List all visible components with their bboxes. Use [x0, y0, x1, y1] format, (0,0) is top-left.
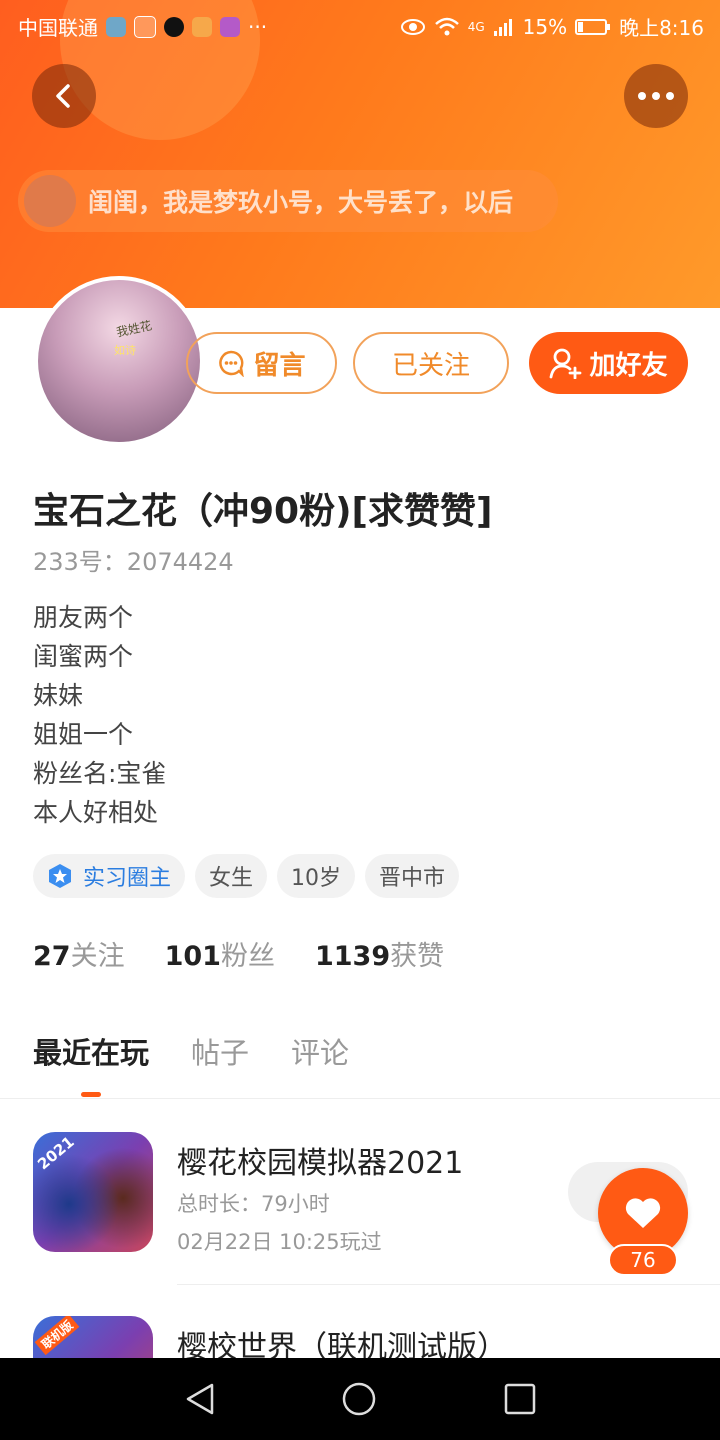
wechat-icon [134, 15, 156, 38]
stat-following[interactable]: 27关注 [33, 934, 125, 973]
tag-city: 晋中市 [365, 854, 460, 898]
add-friend-button[interactable]: 加好友 [529, 332, 688, 394]
bio-line: 粉丝名:宝雀 [33, 759, 167, 788]
game-last-played: 02月22日 10:25玩过 [177, 1230, 382, 1254]
following-label: 关注 [70, 941, 125, 972]
battery-percent: 15% [522, 14, 568, 39]
message-button[interactable]: 留言 [186, 332, 337, 394]
tabs-divider [0, 1098, 720, 1099]
tag-label: 10岁 [291, 866, 342, 891]
video-app-icon [192, 16, 212, 37]
avatar-text-2: 如诗 [114, 344, 136, 357]
carrier-label: 中国联通 [18, 16, 98, 40]
wifi-icon [434, 17, 459, 35]
tag-age: 10岁 [277, 854, 356, 898]
battery-icon [575, 18, 611, 35]
star-badge-icon [49, 864, 71, 888]
bio-line: 姐姐一个 [33, 720, 134, 749]
tag-gender: 女生 [195, 854, 268, 898]
likes-count: 1139 [314, 941, 391, 972]
add-user-icon [550, 348, 582, 379]
fans-count: 101 [164, 941, 221, 972]
likes-label: 获赞 [390, 941, 445, 972]
stat-fans[interactable]: 101粉丝 [165, 934, 275, 973]
clock: 晚上8:16 [619, 16, 704, 40]
bio-line: 朋友两个 [33, 603, 134, 632]
game-icon: 联机版 [33, 1316, 153, 1358]
ticker-text: 闺闺，我是梦玖小号，大号丢了，以后 [88, 188, 514, 217]
nav-recents-icon[interactable] [504, 1383, 536, 1415]
profile-avatar[interactable]: 我姓花 如诗 [34, 276, 204, 446]
tag-label: 实习圈主 [83, 866, 172, 891]
shield-app-icon [106, 16, 126, 37]
add-friend-label: 加好友 [589, 350, 668, 381]
message-button-label: 留言 [253, 350, 306, 381]
tab-recently-played[interactable]: 最近在玩 [33, 1030, 150, 1097]
tiktok-icon [164, 16, 184, 37]
game-duration: 总时长：79小时 [177, 1192, 330, 1216]
bio-line: 本人好相处 [33, 798, 159, 827]
tab-label: 最近在玩 [33, 1036, 150, 1070]
tab-label: 评论 [291, 1036, 350, 1070]
chat-bubble-icon [219, 350, 245, 377]
profile-uid: 233号：2074424 [33, 548, 234, 576]
tag-circle-owner[interactable]: 实习圈主 [33, 854, 186, 898]
list-divider [177, 1284, 720, 1285]
ticker-avatar [24, 175, 76, 227]
profile-bio: 朋友两个 闺蜜两个 妹妹 姐姐一个 粉丝名:宝雀 本人好相处 [33, 598, 166, 832]
active-tab-indicator [81, 1092, 101, 1097]
status-bar: 中国联通 ··· 4G 15% 晚上8:16 [0, 0, 720, 50]
tab-label: 帖子 [191, 1036, 250, 1070]
stat-likes[interactable]: 1139获赞 [315, 934, 444, 973]
profile-tags: 实习圈主 女生 10岁 晋中市 [33, 854, 460, 898]
signal-icon [493, 18, 512, 36]
nav-home-icon[interactable] [342, 1382, 376, 1416]
announcement-ticker[interactable]: 闺闺，我是梦玖小号，大号丢了，以后 [18, 170, 558, 232]
more-dots-icon [638, 92, 674, 100]
bio-line: 妹妹 [33, 681, 84, 710]
heart-icon [625, 1198, 661, 1228]
tag-label: 女生 [209, 866, 254, 891]
tab-posts[interactable]: 帖子 [191, 1030, 249, 1072]
bio-line: 闺蜜两个 [33, 642, 134, 671]
back-button[interactable] [32, 64, 96, 128]
more-notifications: ··· [248, 14, 268, 39]
system-navigation-bar [0, 1358, 720, 1440]
more-options-button[interactable] [624, 64, 688, 128]
chevron-left-icon [56, 84, 70, 108]
game-icon: 2021 [33, 1132, 153, 1252]
profile-stats: 27关注 101粉丝 1139获赞 [33, 934, 444, 973]
profile-tabs: 最近在玩 帖子 评论 [33, 1030, 349, 1097]
game-title: 樱花校园模拟器2021 [177, 1146, 464, 1181]
tab-comments[interactable]: 评论 [291, 1030, 349, 1072]
fans-label: 粉丝 [220, 941, 275, 972]
followed-button[interactable]: 已关注 [353, 332, 509, 394]
network-type: 4G [467, 19, 485, 34]
game-item[interactable]: 联机版 樱校世界（联机测试版） [33, 1316, 720, 1358]
like-count-badge: 76 [608, 1244, 678, 1276]
game-title: 樱校世界（联机测试版） [177, 1330, 507, 1358]
music-app-icon [220, 16, 240, 37]
game-icon-badge: 联机版 [34, 1316, 80, 1356]
avatar-text-1: 我姓花 [115, 318, 154, 340]
following-count: 27 [33, 941, 71, 972]
nav-back-icon[interactable] [184, 1382, 216, 1416]
profile-name: 宝石之花（冲90粉)[求赞赞] [33, 491, 493, 532]
followed-button-label: 已关注 [391, 350, 470, 381]
tag-label: 晋中市 [379, 866, 446, 891]
eye-icon [400, 18, 425, 35]
